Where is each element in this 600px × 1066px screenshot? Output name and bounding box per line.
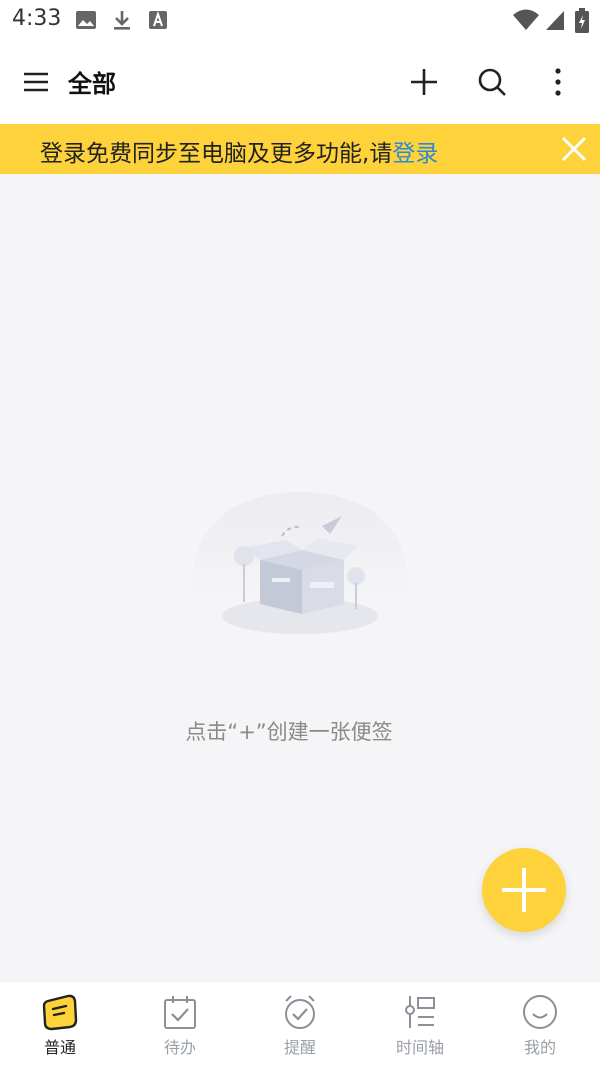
tab-label: 普通 — [43, 1038, 76, 1057]
page-title: 全部 — [68, 70, 116, 98]
wifi-icon — [513, 9, 539, 30]
tab-label: 待办 — [163, 1038, 196, 1057]
status-bar: 4:33 — [0, 0, 600, 40]
app-bar: 全部 — [0, 40, 600, 124]
banner-message: 登录免费同步至电脑及更多功能,请登录 — [40, 134, 438, 168]
banner-login-link[interactable]: 登录 — [392, 141, 438, 167]
text-a-icon — [149, 10, 167, 29]
menu-icon[interactable] — [16, 62, 56, 102]
battery-icon — [575, 8, 589, 33]
more-vert-icon[interactable] — [538, 62, 578, 102]
tab-label: 我的 — [523, 1038, 556, 1057]
bottom-tab-bar: 普通 待办 提醒 时间轴 我的 — [0, 982, 600, 1066]
timeline-icon — [405, 996, 435, 1028]
banner-text: 登录免费同步至电脑及更多功能,请 — [40, 141, 393, 167]
empty-box-illustration — [190, 492, 410, 634]
tab-normal[interactable]: 普通 — [0, 982, 120, 1066]
calendar-check-icon — [164, 996, 196, 1029]
image-icon — [76, 11, 96, 29]
tab-timeline[interactable]: 时间轴 — [360, 982, 480, 1066]
alarm-clock-icon — [285, 995, 315, 1029]
smiley-icon — [523, 995, 557, 1029]
plus-icon — [502, 868, 546, 912]
tab-label: 提醒 — [283, 1038, 316, 1057]
status-time: 4:33 — [12, 6, 62, 31]
note-icon — [42, 994, 78, 1031]
add-icon[interactable] — [404, 62, 444, 102]
close-icon[interactable] — [558, 133, 590, 165]
search-icon[interactable] — [472, 62, 512, 102]
tab-reminder[interactable]: 提醒 — [240, 982, 360, 1066]
tab-todo[interactable]: 待办 — [120, 982, 240, 1066]
create-note-fab[interactable] — [482, 848, 566, 932]
tab-label: 时间轴 — [395, 1038, 444, 1057]
download-icon — [114, 11, 130, 30]
login-banner: 登录免费同步至电脑及更多功能,请登录 — [0, 124, 600, 174]
tab-mine[interactable]: 我的 — [480, 982, 600, 1066]
empty-state-message: 点击“+”创建一张便签 — [185, 720, 393, 744]
signal-icon — [546, 11, 564, 30]
